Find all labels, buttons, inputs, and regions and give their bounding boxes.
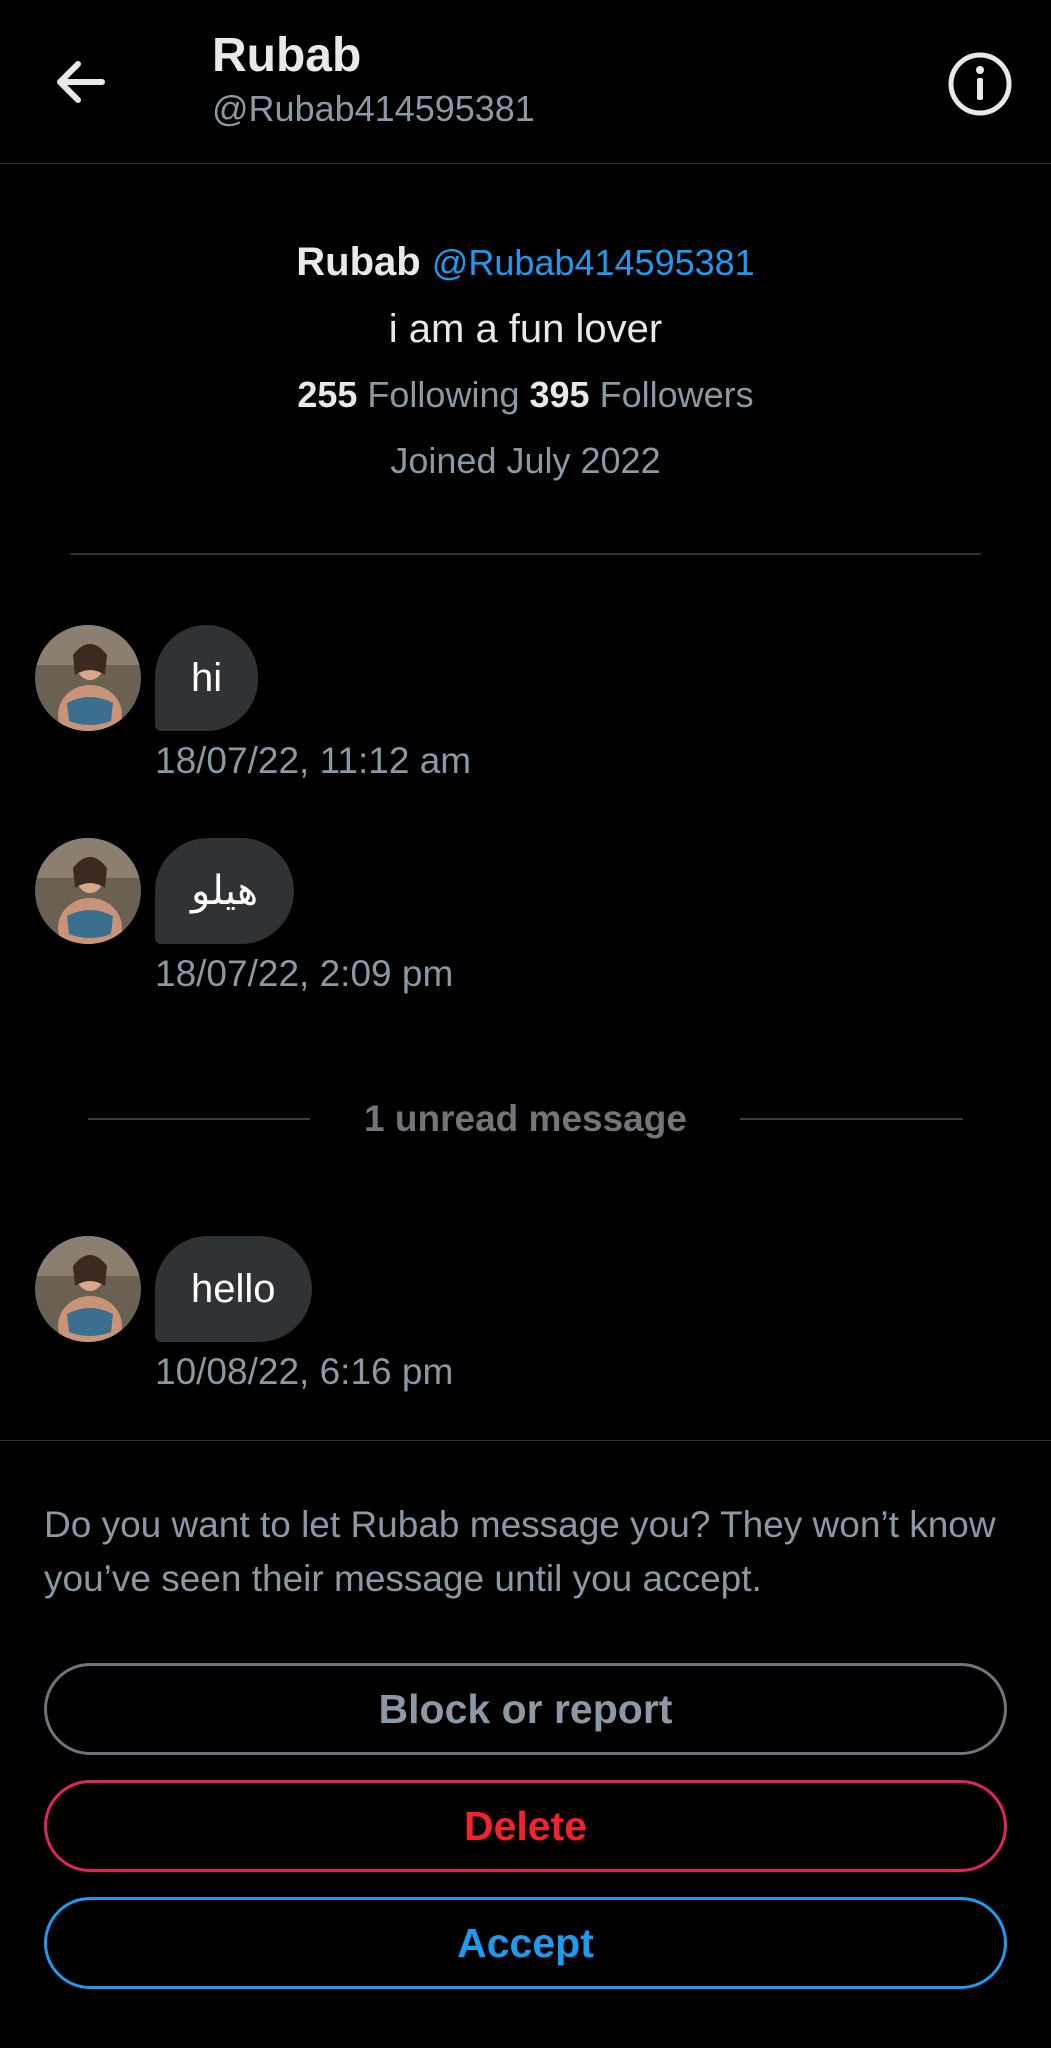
unread-divider-line (740, 1118, 963, 1120)
following-count: 255 (297, 374, 358, 415)
message-timestamp: 18/07/22, 2:09 pm (155, 953, 454, 994)
profile-joined-date: Joined July 2022 (390, 440, 661, 481)
followers-label: Followers (599, 374, 754, 415)
block-or-report-button[interactable]: Block or report (44, 1663, 1007, 1755)
divider (0, 1440, 1051, 1441)
divider (70, 553, 981, 555)
avatar[interactable] (35, 625, 141, 731)
message-bubble[interactable]: هیلو (155, 838, 295, 944)
message-timestamp: 18/07/22, 11:12 am (155, 740, 472, 781)
accept-button[interactable]: Accept (44, 1897, 1007, 1989)
following-label: Following (367, 374, 520, 415)
conversation-header: Rubab @Rubab414595381 (0, 0, 1051, 164)
profile-title: Rubab @Rubab414595381 (0, 240, 1051, 285)
back-arrow-icon[interactable] (48, 50, 112, 114)
message-request-prompt: Do you want to let Rubab message you? Th… (44, 1504, 996, 1599)
delete-button[interactable]: Delete (44, 1780, 1007, 1872)
header-name: Rubab (212, 29, 362, 82)
profile-stats: 255 Following 395 Followers (0, 374, 1051, 416)
message-bubble[interactable]: hi (155, 625, 259, 731)
message-timestamp: 10/08/22, 6:16 pm (155, 1351, 454, 1392)
message-bubble[interactable]: hello (155, 1236, 312, 1342)
avatar[interactable] (35, 838, 141, 944)
profile-bio: i am a fun lover (388, 307, 663, 351)
followers-count: 395 (529, 374, 590, 415)
info-icon[interactable] (947, 51, 1013, 117)
profile-name: Rubab (296, 240, 421, 284)
profile-handle: @Rubab414595381 (431, 242, 755, 283)
profile-summary[interactable]: Rubab @Rubab414595381 i am a fun lover 2… (0, 240, 1051, 482)
avatar[interactable] (35, 1236, 141, 1342)
header-handle: @Rubab414595381 (212, 88, 535, 129)
